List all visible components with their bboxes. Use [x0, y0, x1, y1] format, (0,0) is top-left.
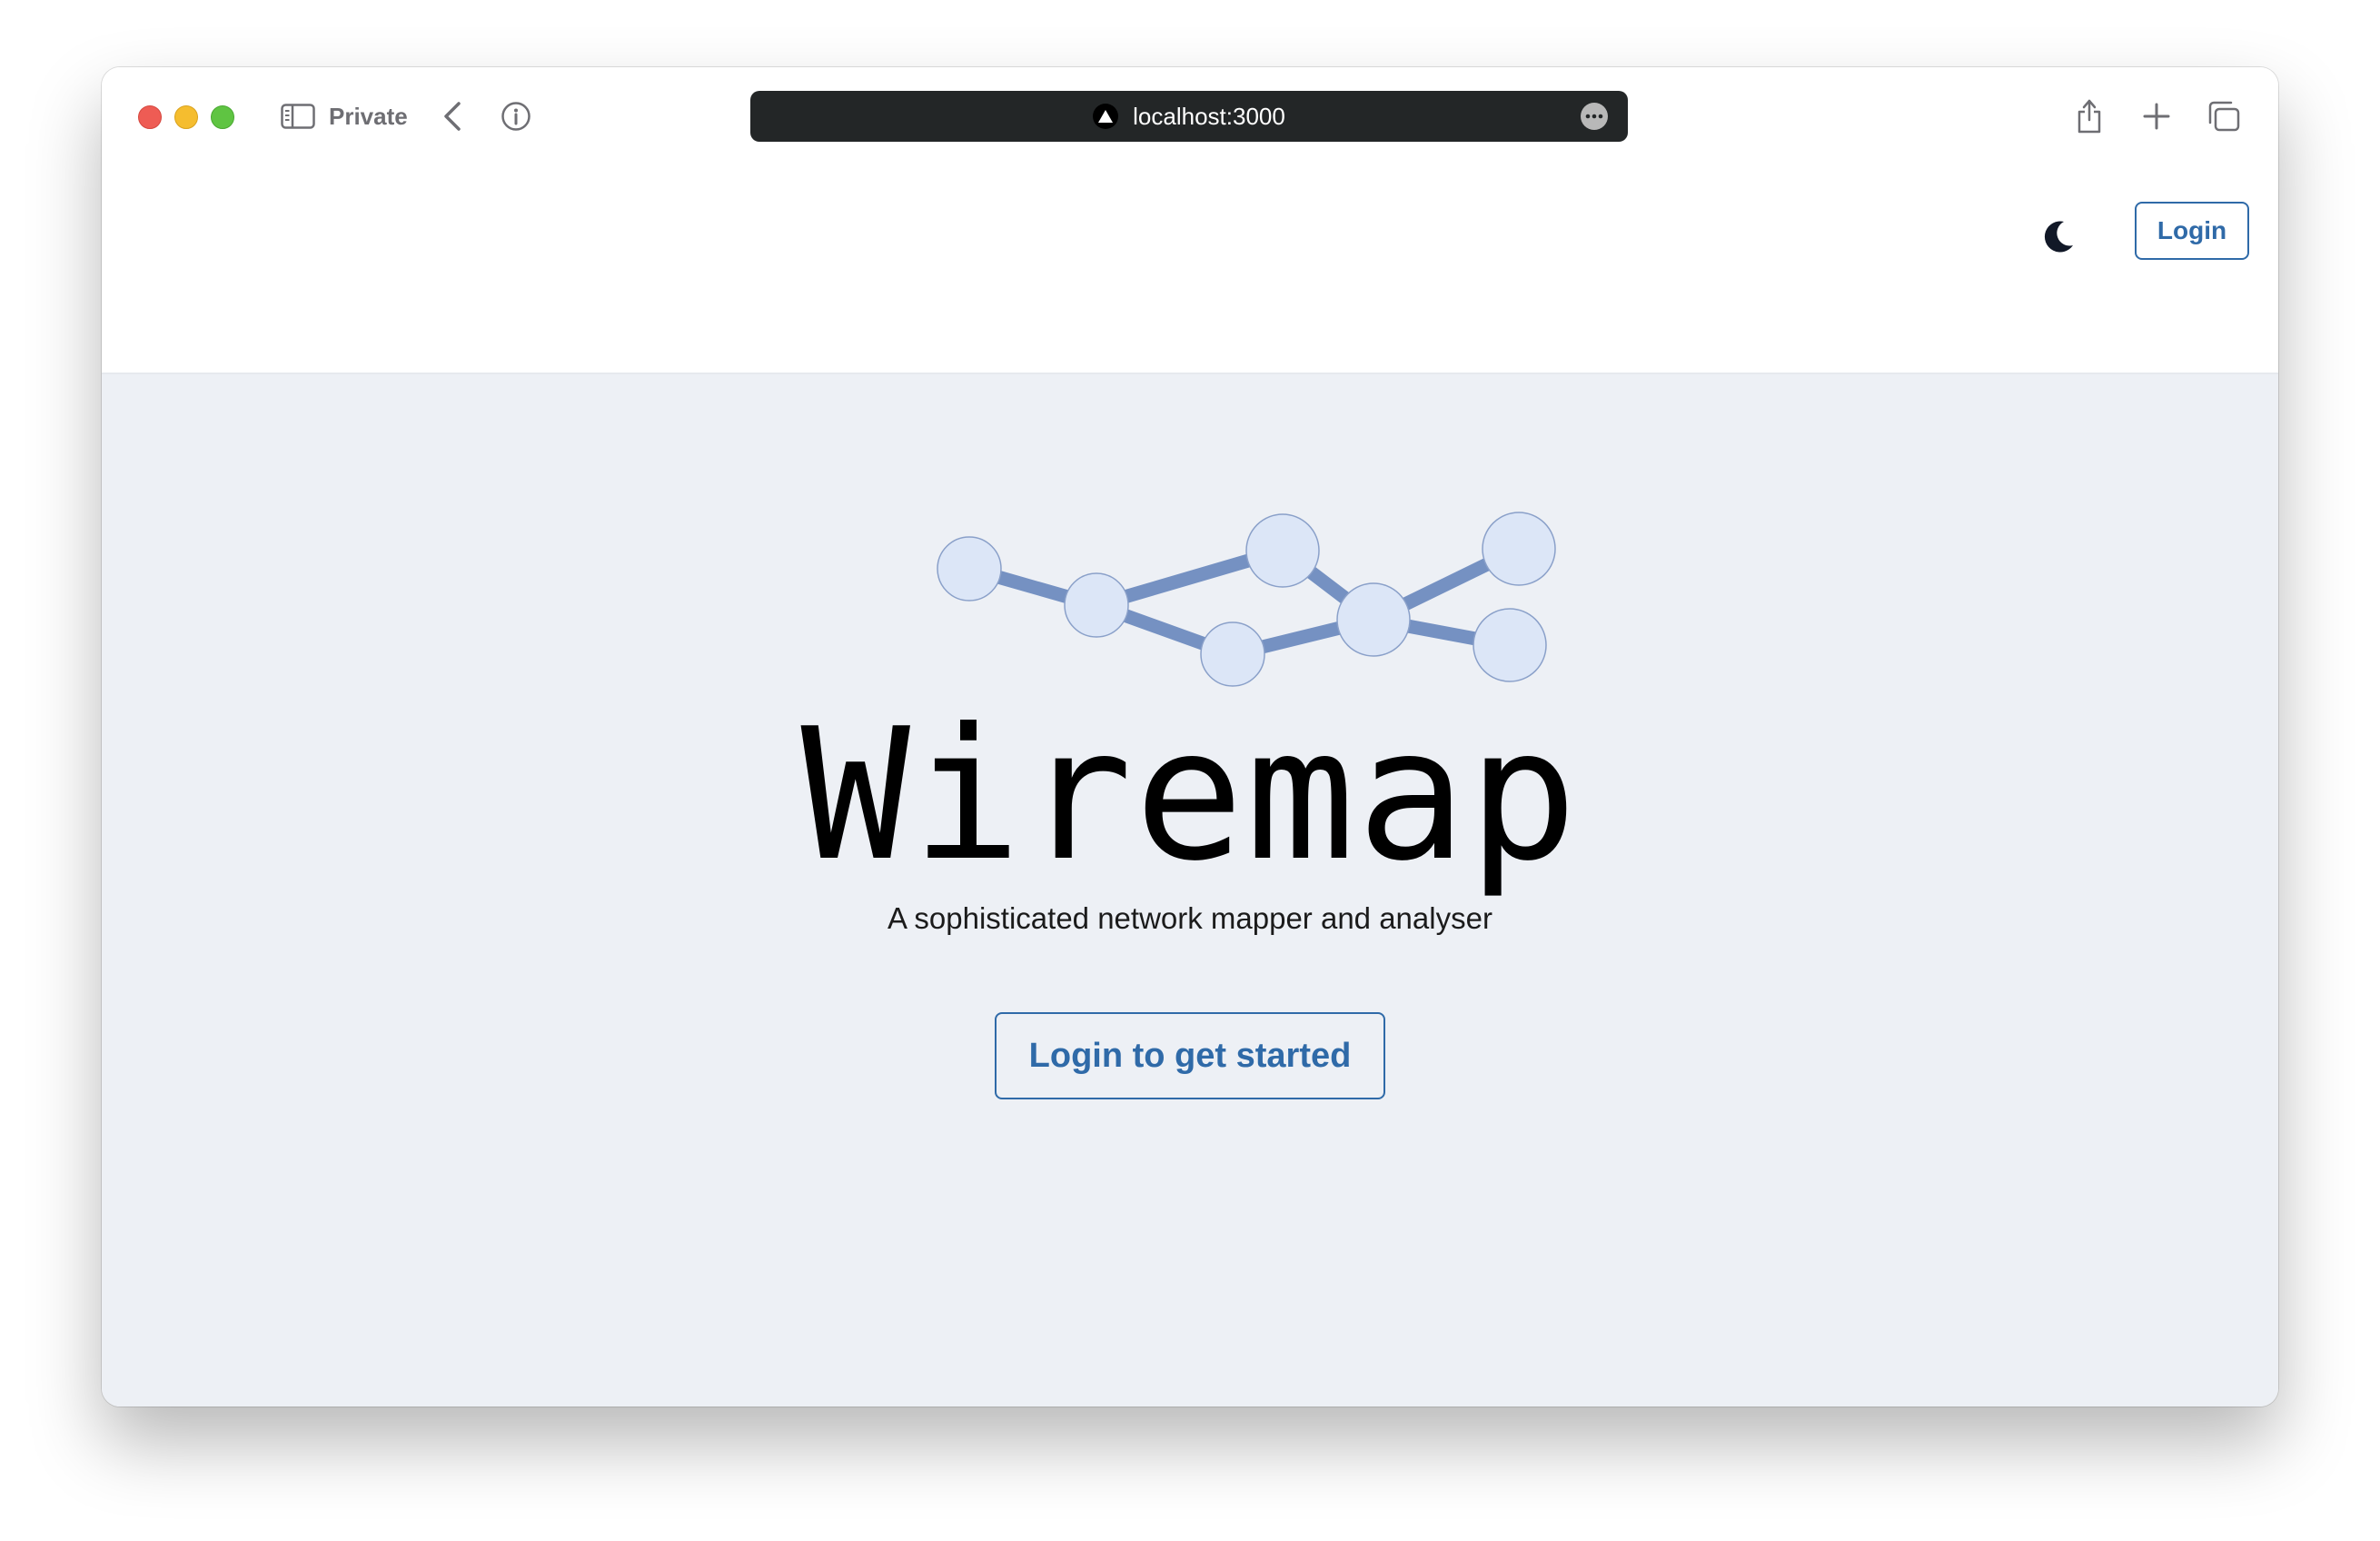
tagline: A sophisticated network mapper and analy…	[888, 901, 1492, 935]
minimize-window-button[interactable]	[174, 105, 198, 129]
browser-window: Private localhost:3000 Login Wiremap A s…	[102, 67, 2278, 1407]
graph-node	[937, 536, 1002, 601]
graph-node	[1200, 621, 1265, 687]
graph-node	[1064, 572, 1129, 638]
login-button[interactable]: Login	[2135, 202, 2249, 260]
sidebar-icon[interactable]	[280, 98, 316, 134]
browser-toolbar: Private localhost:3000	[102, 67, 2278, 164]
login-to-get-started-button[interactable]: Login to get started	[995, 1012, 1385, 1099]
tabs-icon[interactable]	[2206, 98, 2242, 134]
moon-icon[interactable]	[2033, 211, 2084, 262]
maximize-window-button[interactable]	[211, 105, 234, 129]
info-icon[interactable]	[498, 98, 534, 134]
graph-node	[1482, 512, 1556, 586]
chevron-left-icon[interactable]	[434, 98, 471, 134]
address-bar[interactable]: localhost:3000	[750, 91, 1628, 142]
triangle-icon	[1093, 104, 1119, 129]
graph-node	[1245, 513, 1320, 588]
address-text: localhost:3000	[1133, 102, 1285, 130]
hero-section: Wiremap A sophisticated network mapper a…	[102, 374, 2278, 1407]
graph-node	[1336, 582, 1411, 657]
app-header: Login	[102, 164, 2278, 374]
share-icon[interactable]	[2071, 98, 2107, 134]
close-window-button[interactable]	[138, 105, 162, 129]
brand-title: Wiremap	[800, 690, 1580, 901]
ellipsis-icon[interactable]	[1581, 103, 1608, 130]
graph-node	[1473, 608, 1547, 682]
plus-icon[interactable]	[2138, 98, 2175, 134]
private-mode-label: Private	[329, 103, 408, 130]
